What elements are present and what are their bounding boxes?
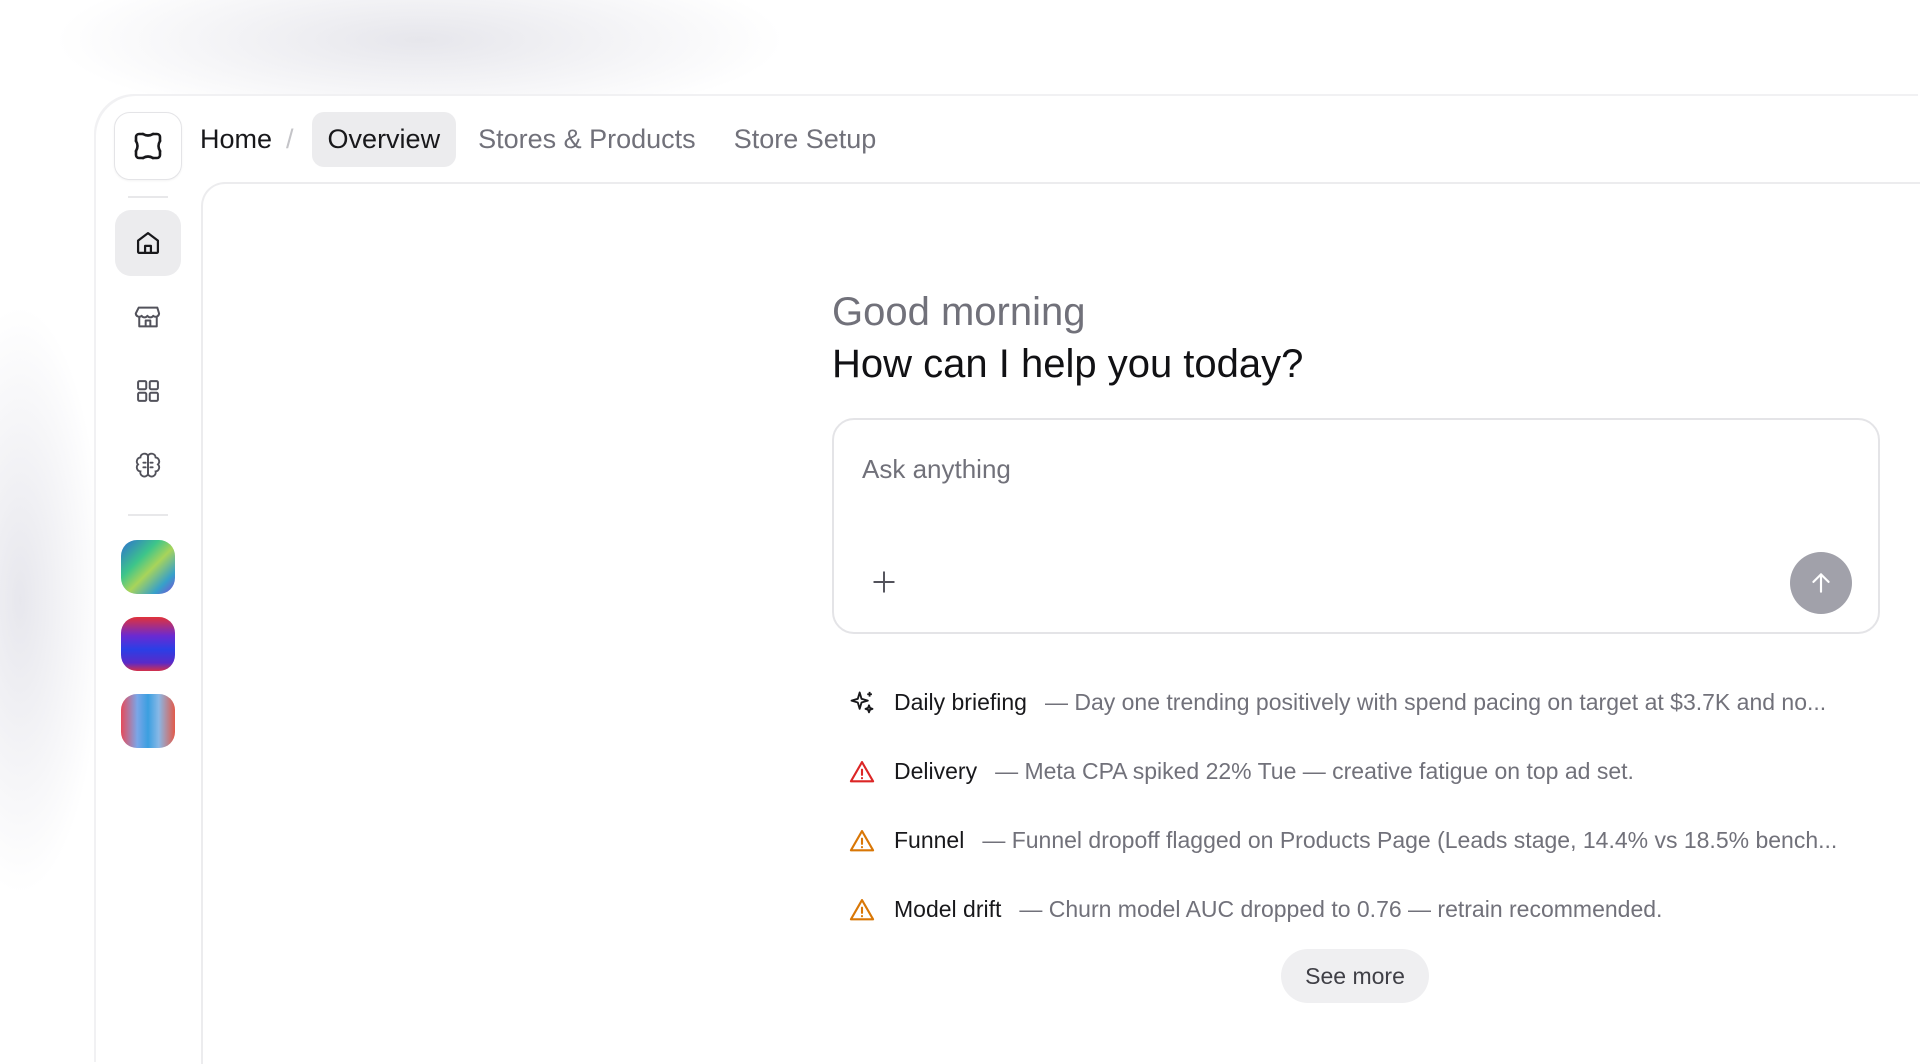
alert-description: — Funnel dropoff flagged on Products Pag…: [982, 827, 1838, 853]
app-logo-button[interactable]: [114, 112, 182, 180]
brain-icon: [135, 452, 161, 478]
tab-overview[interactable]: Overview: [311, 111, 457, 167]
alert-description: — Meta CPA spiked 22% Tue — creative fat…: [995, 758, 1634, 784]
warning-icon: [848, 896, 876, 924]
alert-description: — Day one trending positively with spend…: [1044, 689, 1827, 715]
alert-list: Daily briefing — Day one trending positi…: [848, 668, 1858, 944]
alert-item-daily-briefing[interactable]: Daily briefing — Day one trending positi…: [848, 668, 1858, 737]
breadcrumb-separator: /: [286, 123, 294, 154]
arrow-up-icon: [1812, 573, 1830, 593]
plus-icon: [873, 571, 895, 593]
workspace-avatar-2[interactable]: [121, 617, 175, 671]
app-logo-icon: [134, 132, 162, 160]
alert-description: — Churn model AUC dropped to 0.76 — retr…: [1019, 896, 1663, 922]
nav-stores[interactable]: [115, 284, 181, 350]
nav-intelligence[interactable]: [115, 432, 181, 498]
chat-composer[interactable]: Ask anything: [832, 418, 1880, 634]
alert-item-funnel[interactable]: Funnel — Funnel dropoff flagged on Produ…: [848, 806, 1858, 875]
workspace-avatar-1[interactable]: [121, 540, 175, 594]
alert-item-delivery[interactable]: Delivery — Meta CPA spiked 22% Tue — cre…: [848, 737, 1858, 806]
alert-item-model-drift[interactable]: Model drift — Churn model AUC dropped to…: [848, 875, 1858, 944]
home-icon: [136, 231, 160, 255]
grid-icon: [137, 380, 159, 402]
alert-title: Funnel: [894, 827, 965, 853]
workspace-avatar-3[interactable]: [121, 694, 175, 748]
greeting: Good morning: [832, 290, 1086, 334]
sidebar-divider: [128, 196, 168, 198]
attach-button[interactable]: [868, 566, 900, 598]
sparkles-icon: [848, 689, 876, 717]
page-title: How can I help you today?: [832, 342, 1304, 386]
warning-icon: [848, 758, 876, 786]
alert-title: Daily briefing: [894, 689, 1027, 715]
sidebar: [114, 112, 182, 771]
see-more-button[interactable]: See more: [1281, 949, 1429, 1003]
breadcrumb: Home / Overview Stores & Products Store …: [200, 111, 898, 167]
tab-store-setup[interactable]: Store Setup: [718, 112, 893, 167]
breadcrumb-home[interactable]: Home: [200, 124, 272, 155]
nav-home[interactable]: [115, 210, 181, 276]
tab-stores-products[interactable]: Stores & Products: [462, 112, 712, 167]
nav-apps[interactable]: [115, 358, 181, 424]
ask-input[interactable]: Ask anything: [862, 454, 1011, 485]
send-button[interactable]: [1790, 552, 1852, 614]
sidebar-divider: [128, 514, 168, 516]
alert-title: Model drift: [894, 896, 1002, 922]
store-icon: [134, 306, 161, 328]
alert-title: Delivery: [894, 758, 978, 784]
warning-icon: [848, 827, 876, 855]
